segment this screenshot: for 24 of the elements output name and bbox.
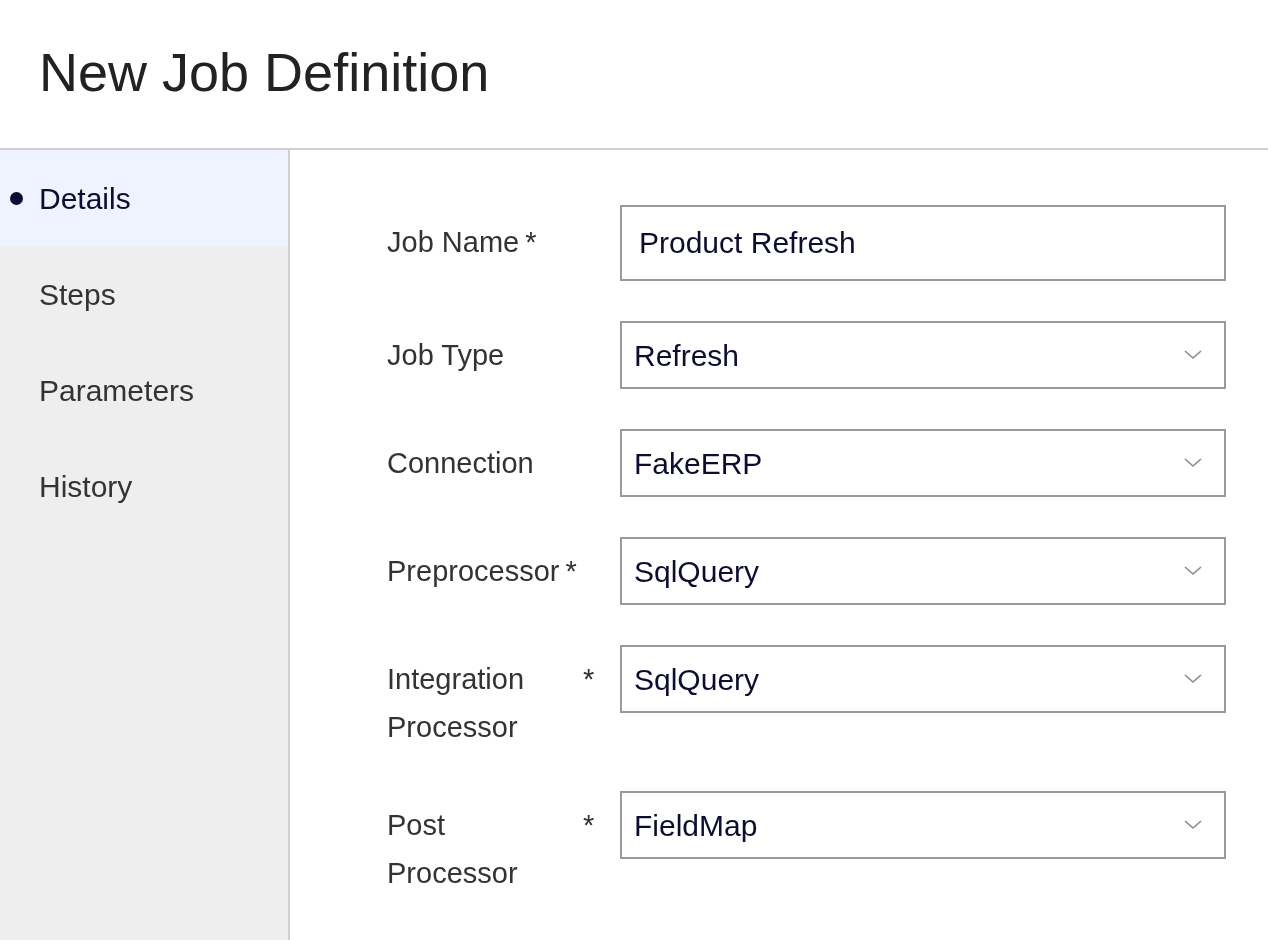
bullet-icon — [10, 191, 23, 205]
field-label: Post Processor — [387, 808, 519, 891]
chevron-down-icon — [1184, 674, 1202, 684]
field-label: Job Type — [387, 338, 505, 373]
field-label: Preprocessor — [387, 554, 560, 589]
chevron-down-icon — [1184, 350, 1202, 360]
chevron-down-icon — [1184, 566, 1202, 576]
text-field[interactable]: Product Refresh — [620, 205, 1226, 281]
select-field[interactable]: FakeERP — [620, 429, 1226, 497]
required-mark: * — [583, 662, 595, 697]
required-mark: * — [565, 554, 577, 589]
page-title: New Job Definition — [39, 45, 490, 103]
field-label: Integration Processor — [387, 662, 526, 745]
select-field[interactable]: FieldMap — [620, 791, 1226, 859]
select-field[interactable]: Refresh — [620, 321, 1226, 389]
required-mark: * — [525, 225, 537, 260]
select-field[interactable]: SqlQuery — [620, 645, 1226, 713]
chevron-down-icon — [1184, 458, 1202, 468]
required-mark: * — [583, 808, 595, 843]
chevron-down-icon — [1184, 820, 1202, 830]
field-label: Job Name — [387, 225, 520, 260]
nav-item[interactable]: Details — [0, 150, 288, 246]
field-label: Connection — [387, 446, 534, 481]
select-field[interactable]: SqlQuery — [620, 537, 1226, 605]
